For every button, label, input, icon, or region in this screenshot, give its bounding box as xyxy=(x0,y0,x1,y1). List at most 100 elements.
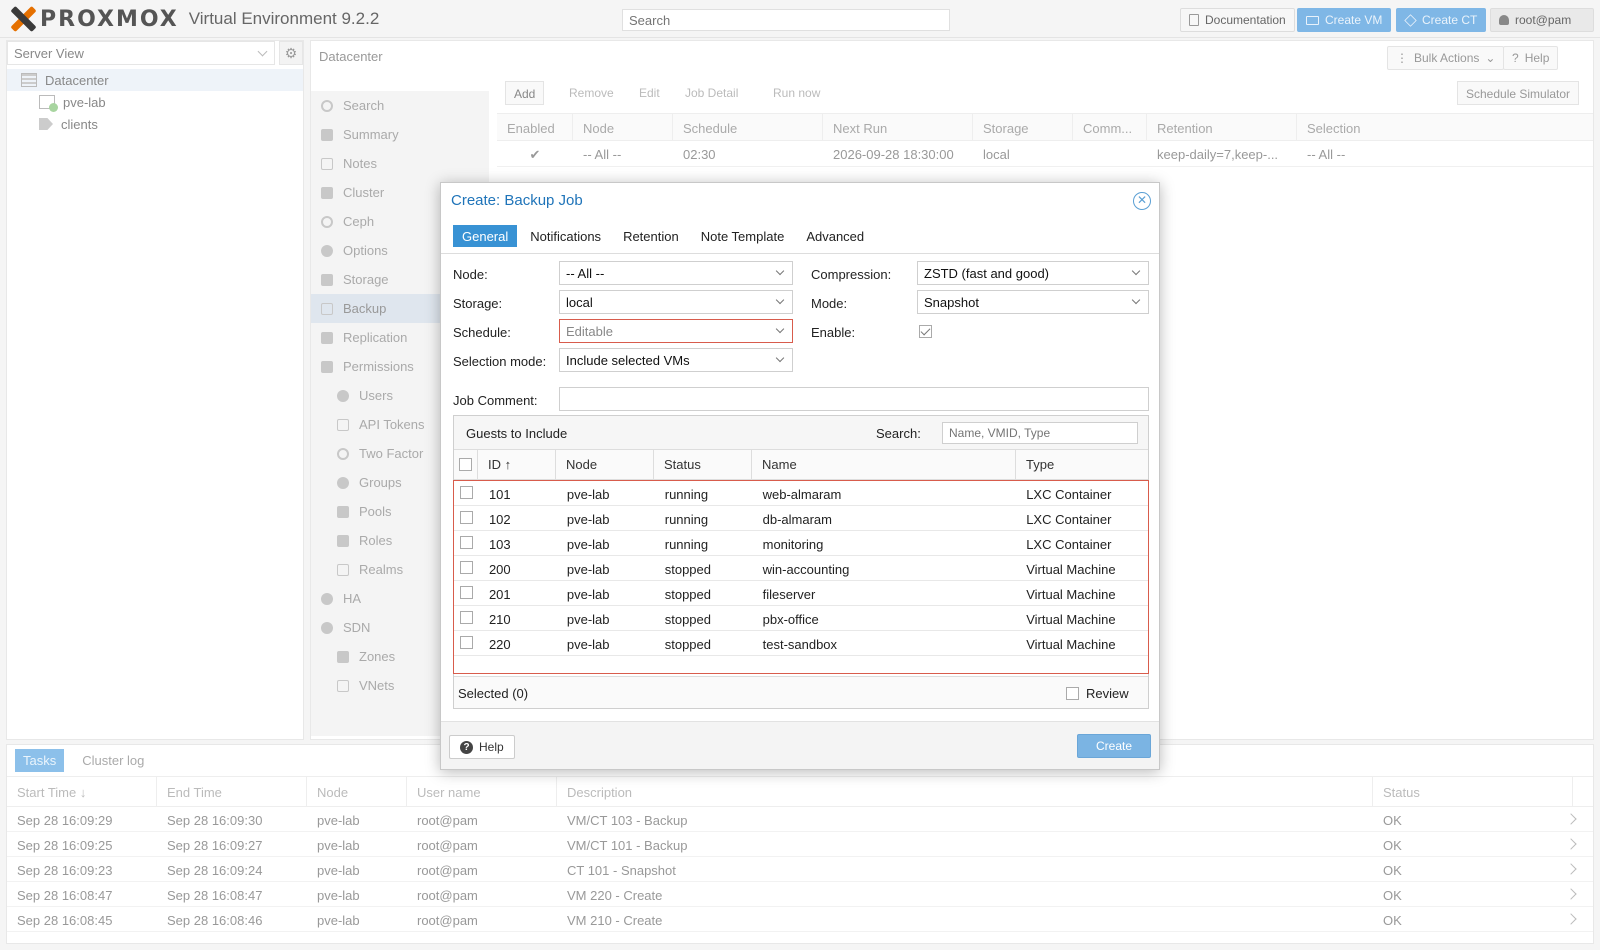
col-start-time[interactable]: Start Time ↓ xyxy=(7,777,157,806)
user-menu-button[interactable]: root@pam xyxy=(1490,8,1594,32)
review-checkbox[interactable] xyxy=(1066,687,1079,700)
task-cell: VM 220 - Create xyxy=(567,888,663,903)
col-name[interactable]: Name xyxy=(752,450,1016,479)
guest-row[interactable]: 103 pve-lab running monitoring LXC Container xyxy=(454,531,1148,556)
remove-button[interactable]: Remove xyxy=(561,81,622,105)
nav-search[interactable]: Search xyxy=(311,91,489,120)
table-row[interactable]: Sep 28 16:08:47 Sep 28 16:08:47 pve-lab roo… xyxy=(7,882,1593,907)
guest-cell: fileserver xyxy=(762,587,816,602)
guest-row[interactable]: 210 pve-lab stopped pbx-office Virtual Machi… xyxy=(454,606,1148,631)
guest-row-checkbox[interactable] xyxy=(460,636,473,649)
task-cell: Sep 28 16:09:23 xyxy=(17,863,113,878)
job-comment-input[interactable] xyxy=(559,387,1149,411)
col-description[interactable]: Description xyxy=(557,777,1373,806)
global-search-input[interactable] xyxy=(622,9,950,31)
dialog-help-button[interactable]: ? Help xyxy=(449,735,515,759)
tab-tasks[interactable]: Tasks xyxy=(15,749,65,772)
top-bar: PROXMOX Virtual Environment 9.2.2 Docume… xyxy=(0,0,1600,38)
col-comment[interactable]: Comm... xyxy=(1073,114,1147,140)
create-button[interactable]: Create xyxy=(1077,734,1151,758)
selected-count: Selected (0) xyxy=(458,686,529,701)
guest-row[interactable]: 200 pve-lab stopped win-accounting Virtual M… xyxy=(454,556,1148,581)
col-selection[interactable]: Selection xyxy=(1297,114,1593,140)
table-row[interactable]: Sep 28 16:09:29 Sep 28 16:09:30 pve-lab roo… xyxy=(7,807,1593,832)
schedule-simulator-button[interactable]: Schedule Simulator xyxy=(1457,81,1580,105)
male-icon xyxy=(337,534,349,547)
tab-cluster-log[interactable]: Cluster log xyxy=(74,749,152,772)
guest-search-input[interactable] xyxy=(942,422,1138,444)
proxmox-logo[interactable]: PROXMOX Virtual Environment 9.2.2 xyxy=(8,4,379,34)
col-node[interactable]: Node xyxy=(307,777,407,806)
task-cell: root@pam xyxy=(417,888,478,903)
tree-item-pve-lab[interactable]: pve-lab xyxy=(7,91,303,113)
gear-icon[interactable]: ⚙ xyxy=(279,41,303,65)
tree-item-clients[interactable]: clients xyxy=(7,113,303,135)
chevron-down-icon xyxy=(1131,266,1141,276)
guest-row[interactable]: 220 pve-lab stopped test-sandbox Virtual Mac… xyxy=(454,631,1148,656)
close-icon[interactable]: ✕ xyxy=(1133,192,1151,210)
guest-cell: win-accounting xyxy=(762,562,850,577)
col-retention[interactable]: Retention xyxy=(1147,114,1297,140)
table-row[interactable]: Sep 28 16:09:25 Sep 28 16:09:27 pve-lab roo… xyxy=(7,832,1593,857)
guest-row-checkbox[interactable] xyxy=(460,486,473,499)
schedule-combo[interactable]: Editable xyxy=(559,319,793,343)
col-node[interactable]: Node xyxy=(573,114,673,140)
enable-checkbox[interactable] xyxy=(919,325,932,338)
tab-retention[interactable]: Retention xyxy=(614,225,688,247)
mode-select[interactable]: Snapshot xyxy=(917,290,1149,314)
col-node[interactable]: Node xyxy=(556,450,654,479)
tasks-header: Start Time ↓ End Time Node User name Des… xyxy=(7,777,1593,807)
guest-cell: db-almaram xyxy=(762,512,832,527)
table-row[interactable]: ✔ -- All -- 02:30 2026-09-28 18:30:00 lo… xyxy=(497,141,1593,167)
storage-label: Storage: xyxy=(453,296,503,311)
guest-row[interactable]: 101 pve-lab running web-almaram LXC Containe… xyxy=(454,481,1148,506)
job-detail-button[interactable]: Job Detail xyxy=(677,81,746,105)
tree-item-datacenter[interactable]: Datacenter xyxy=(7,69,303,91)
ceph-icon xyxy=(321,215,333,228)
col-type[interactable]: Type xyxy=(1016,450,1148,479)
guest-row-checkbox[interactable] xyxy=(460,586,473,599)
guest-row-checkbox[interactable] xyxy=(460,561,473,574)
select-all-checkbox[interactable] xyxy=(459,458,472,471)
server-view-select[interactable]: Server View xyxy=(7,41,275,65)
storage-select[interactable]: local xyxy=(559,290,793,314)
create-ct-button[interactable]: Create CT xyxy=(1396,8,1487,32)
bulk-actions-button[interactable]: ⋮ Bulk Actions ⌄ xyxy=(1387,46,1505,70)
add-button[interactable]: Add xyxy=(505,81,545,105)
guest-row-checkbox[interactable] xyxy=(460,611,473,624)
col-enabled[interactable]: Enabled xyxy=(497,114,573,140)
tab-general[interactable]: General xyxy=(453,225,518,247)
col-id[interactable]: ID ↑ xyxy=(478,450,556,479)
node-select[interactable]: -- All -- xyxy=(559,261,793,285)
help-icon: ? xyxy=(460,740,473,754)
col-end-time[interactable]: End Time xyxy=(157,777,307,806)
documentation-button[interactable]: Documentation xyxy=(1180,8,1295,32)
table-row[interactable]: Sep 28 16:08:45 Sep 28 16:08:46 pve-lab roo… xyxy=(7,907,1593,932)
col-user-name[interactable]: User name xyxy=(407,777,557,806)
run-now-button[interactable]: Run now xyxy=(765,81,828,105)
help-icon: ? xyxy=(1512,51,1519,65)
col-schedule[interactable]: Schedule xyxy=(673,114,823,140)
help-button[interactable]: ? Help xyxy=(1503,46,1559,70)
selection-mode-select[interactable]: Include selected VMs xyxy=(559,348,793,372)
create-vm-button[interactable]: Create VM xyxy=(1297,8,1392,32)
col-storage[interactable]: Storage xyxy=(973,114,1073,140)
nav-summary[interactable]: Summary xyxy=(311,120,489,149)
guest-row[interactable]: 201 pve-lab stopped fileserver Virtual Machi… xyxy=(454,581,1148,606)
col-status[interactable]: Status xyxy=(654,450,752,479)
guest-cell: LXC Container xyxy=(1026,512,1112,527)
guest-row-checkbox[interactable] xyxy=(460,536,473,549)
nav-notes[interactable]: Notes xyxy=(311,149,489,178)
guests-body: 101 pve-lab running web-almaram LXC Containe… xyxy=(453,480,1149,674)
tab-notifications[interactable]: Notifications xyxy=(521,225,610,247)
select-all-checkbox-cell[interactable] xyxy=(454,450,478,479)
compression-select[interactable]: ZSTD (fast and good) xyxy=(917,261,1149,285)
col-status[interactable]: Status xyxy=(1373,777,1573,806)
col-next-run[interactable]: Next Run xyxy=(823,114,973,140)
tab-advanced[interactable]: Advanced xyxy=(797,225,873,247)
table-row[interactable]: Sep 28 16:09:23 Sep 28 16:09:24 pve-lab roo… xyxy=(7,857,1593,882)
guest-row[interactable]: 102 pve-lab running db-almaram LXC Container xyxy=(454,506,1148,531)
edit-button[interactable]: Edit xyxy=(631,81,668,105)
tab-note-template[interactable]: Note Template xyxy=(692,225,794,247)
guest-row-checkbox[interactable] xyxy=(460,511,473,524)
